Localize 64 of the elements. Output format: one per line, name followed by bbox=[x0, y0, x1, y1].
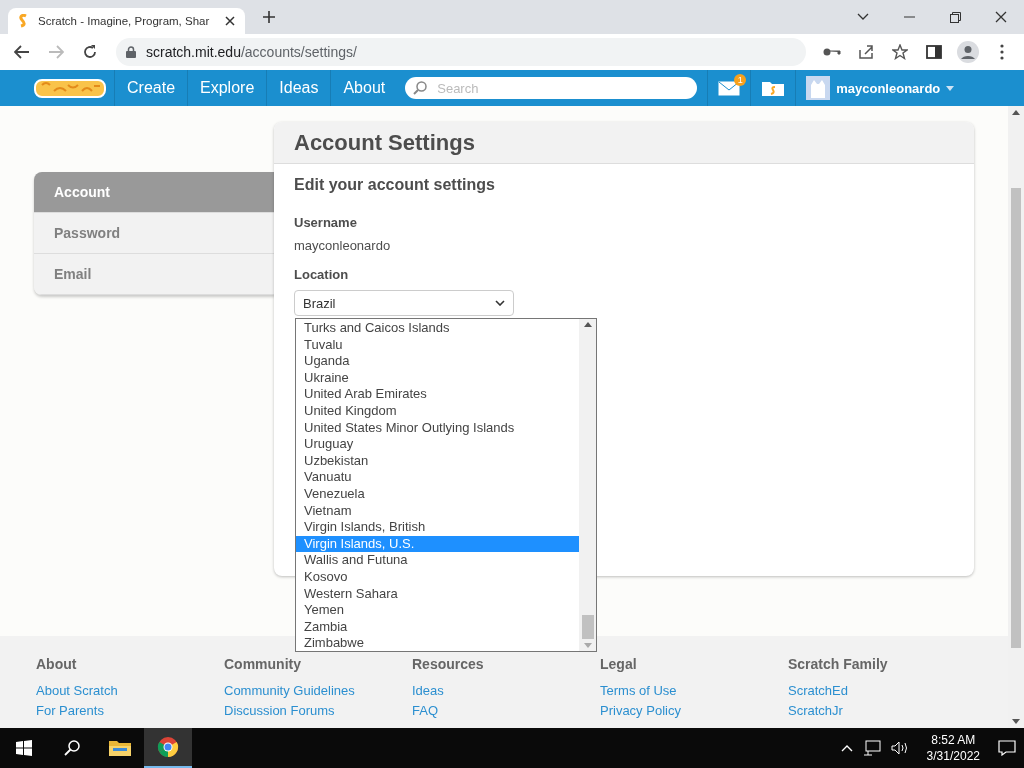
dropdown-option[interactable]: Yemen bbox=[296, 602, 579, 619]
footer-heading: Legal bbox=[600, 656, 638, 672]
dropdown-option[interactable]: United States Minor Outlying Islands bbox=[296, 419, 579, 437]
chrome-icon[interactable] bbox=[144, 728, 192, 768]
dropdown-option[interactable]: United Arab Emirates bbox=[296, 386, 579, 403]
dropdown-option[interactable]: Uruguay bbox=[296, 436, 579, 453]
profile-icon[interactable] bbox=[954, 38, 982, 66]
dropdown-option[interactable]: Ukraine bbox=[296, 369, 579, 387]
dropdown-option[interactable]: Zambia bbox=[296, 618, 579, 636]
scratch-favicon-icon bbox=[18, 14, 28, 28]
username-text: mayconleonardo bbox=[836, 80, 941, 96]
scroll-down-icon bbox=[583, 643, 592, 648]
dropdown-option[interactable]: United Kingdom bbox=[296, 402, 579, 420]
scroll-up-icon bbox=[1012, 110, 1020, 115]
chevron-icon bbox=[495, 300, 505, 306]
message-count-badge: 1 bbox=[734, 74, 747, 86]
location-select[interactable]: Brazil bbox=[294, 290, 514, 316]
network-icon[interactable] bbox=[862, 740, 881, 756]
dropdown-option[interactable]: Turks and Caicos Islands bbox=[296, 320, 579, 337]
dropdown-option[interactable]: Virgin Islands, British bbox=[296, 519, 579, 536]
search-icon bbox=[413, 81, 428, 95]
address-bar[interactable]: scratch.mit.edu/accounts/settings/ bbox=[116, 38, 806, 66]
search-field[interactable]: Search bbox=[405, 77, 698, 99]
dropdown-option[interactable]: Western Sahara bbox=[296, 585, 579, 603]
field-label: Location bbox=[294, 267, 350, 282]
close-tab-icon[interactable] bbox=[225, 16, 235, 26]
dropdown-option[interactable]: Vietnam bbox=[296, 502, 579, 520]
avatar-icon bbox=[806, 76, 831, 100]
footer-heading: Scratch Family bbox=[788, 656, 889, 672]
dropdown-option[interactable]: Wallis and Futuna bbox=[296, 552, 579, 569]
footer-heading: Community bbox=[224, 656, 302, 672]
scroll-thumb[interactable] bbox=[581, 615, 594, 639]
chevron-up-icon[interactable] bbox=[840, 744, 853, 752]
footer-heading: Resources bbox=[412, 656, 485, 672]
volume-icon[interactable] bbox=[890, 741, 909, 755]
username-value: mayconleonardo bbox=[294, 238, 392, 253]
sidebar-tab[interactable]: Password bbox=[34, 213, 275, 254]
tab-title: Scratch - Imagine, Program, Shar bbox=[38, 15, 211, 27]
url-text: scratch.mit.edu/accounts/settings/ bbox=[146, 44, 357, 60]
dropdown-option[interactable]: Zimbabwe bbox=[296, 635, 579, 652]
scratch-logo[interactable] bbox=[34, 77, 106, 99]
clock-time[interactable]: 8:52 AM bbox=[931, 732, 976, 748]
field-label: Username bbox=[294, 215, 358, 230]
dropdown-option[interactable]: Tuvalu bbox=[296, 336, 579, 354]
clock-date[interactable]: 3/31/2022 bbox=[926, 748, 980, 764]
lock-icon bbox=[126, 46, 136, 58]
section-heading: Edit your account settings bbox=[294, 176, 496, 194]
scroll-down-icon bbox=[1012, 719, 1020, 724]
browser-tab[interactable]: Scratch - Imagine, Program, Shar bbox=[8, 8, 245, 34]
caret-icon bbox=[946, 85, 955, 91]
notification-icon[interactable] bbox=[998, 740, 1016, 756]
scrollbar[interactable] bbox=[579, 319, 596, 651]
scroll-up-icon bbox=[583, 322, 592, 327]
folder-icon bbox=[761, 79, 786, 97]
dropdown-option[interactable]: Venezuela bbox=[296, 485, 579, 503]
dropdown-option[interactable]: Uzbekistan bbox=[296, 452, 579, 470]
footer-heading: About bbox=[36, 656, 78, 672]
sidebar-tab[interactable]: Email bbox=[34, 254, 275, 295]
dropdown-option[interactable]: Uganda bbox=[296, 353, 579, 370]
dropdown-option[interactable]: Vanuatu bbox=[296, 469, 579, 486]
dropdown-option[interactable]: Kosovo bbox=[296, 568, 579, 586]
card-title: Account Settings bbox=[274, 122, 974, 164]
scroll-thumb[interactable] bbox=[1011, 188, 1021, 648]
page-scrollbar[interactable] bbox=[1008, 106, 1024, 728]
